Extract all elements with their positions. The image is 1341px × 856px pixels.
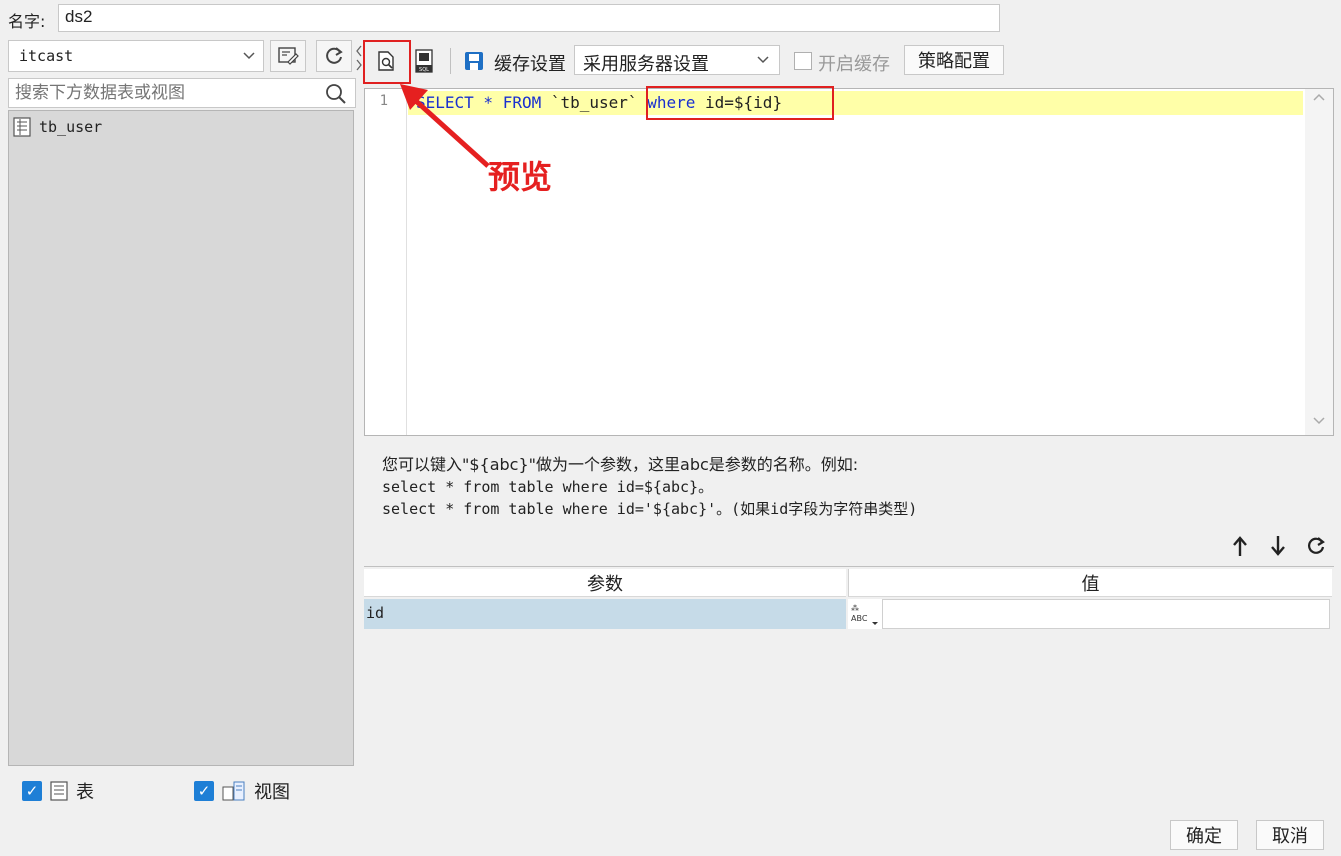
view-icon	[222, 781, 245, 801]
sql-table-name: `tb_user`	[541, 93, 648, 112]
param-header: 参数	[364, 569, 846, 597]
annotation-label: 预览	[488, 158, 553, 196]
value-header: 值	[848, 569, 1332, 597]
scroll-up-icon[interactable]	[1311, 91, 1327, 109]
refresh-icon	[326, 47, 343, 64]
filter-tables-label: 表	[76, 782, 94, 803]
annotation-arrow-icon	[400, 84, 490, 168]
database-select-value: itcast	[19, 47, 74, 65]
strategy-config-button[interactable]: 策略配置	[904, 45, 1004, 75]
query-toolbar: SQL 缓存设置 采用服务器设置 开启缓存 策略配置	[362, 40, 1336, 86]
svg-text:SQL: SQL	[419, 67, 429, 73]
table-icon	[13, 117, 31, 137]
name-row: 名字: ds2	[0, 0, 1341, 36]
tables-checkbox[interactable]: ✓	[22, 781, 42, 801]
sql-editor[interactable]: 1 SELECT * FROM `tb_user` where id=${id}	[364, 88, 1334, 436]
param-tools	[1228, 534, 1328, 558]
search-icon[interactable]	[325, 83, 347, 109]
parameter-hint: 您可以键入"${abc}"做为一个参数，这里abc是参数的名称。例如: sele…	[382, 454, 917, 520]
refresh-params-icon[interactable]	[1304, 534, 1328, 558]
hint-line-2: select * from table where id=${abc}。	[382, 478, 714, 496]
editor-scrollbar[interactable]	[1305, 89, 1333, 435]
toolbar-separator	[450, 48, 451, 74]
chevron-down-icon	[755, 51, 771, 71]
move-down-icon[interactable]	[1266, 534, 1290, 558]
table-row[interactable]: id ⁂ ABC	[364, 599, 1332, 629]
dialog-buttons: 确定 取消	[1170, 820, 1324, 850]
ok-button[interactable]: 确定	[1170, 820, 1238, 850]
sql-file-icon: SQL	[415, 49, 433, 73]
table-icon	[50, 781, 68, 801]
string-type-icon[interactable]: ⁂ ABC	[848, 599, 882, 629]
save-icon	[465, 52, 483, 70]
where-clause-highlight-box	[646, 86, 834, 120]
cache-settings-button[interactable]	[458, 46, 490, 76]
scroll-down-icon[interactable]	[1311, 413, 1327, 431]
edit-connection-button[interactable]	[270, 40, 306, 72]
chevron-down-icon	[241, 47, 257, 63]
table-search-box	[8, 78, 356, 108]
sql-keyword-from: FROM	[502, 93, 542, 112]
database-select[interactable]: itcast	[8, 40, 264, 72]
name-label: 名字:	[8, 12, 46, 31]
tree-item-label: tb_user	[39, 118, 103, 136]
filter-views-label: 视图	[254, 782, 290, 803]
svg-text:ABC: ABC	[851, 614, 868, 623]
param-value-input[interactable]	[882, 599, 1330, 629]
enable-cache-checkbox[interactable]	[794, 52, 812, 70]
filter-views[interactable]: ✓ 视图	[194, 778, 290, 804]
sql-button[interactable]: SQL	[408, 46, 440, 76]
hint-line-1: 您可以键入"${abc}"做为一个参数，这里abc是参数的名称。例如:	[382, 455, 859, 474]
name-input[interactable]: ds2	[58, 4, 1000, 32]
tree-item-tb-user[interactable]: tb_user	[13, 115, 102, 139]
refresh-button[interactable]	[316, 40, 352, 72]
hint-line-3: select * from table where id='${abc}'。(如…	[382, 500, 918, 518]
cancel-button[interactable]: 取消	[1256, 820, 1324, 850]
param-name-cell[interactable]: id	[364, 599, 846, 629]
cache-select[interactable]: 采用服务器设置	[574, 45, 780, 75]
edit-connection-icon	[278, 47, 299, 65]
svg-text:⁂: ⁂	[851, 603, 859, 613]
move-up-icon[interactable]	[1228, 534, 1252, 558]
left-panel: itcast tb_user ✓ 表 ✓ 视图	[8, 40, 356, 812]
tree-filters: ✓ 表 ✓ 视图	[22, 778, 352, 804]
cache-settings-label: 缓存设置	[494, 54, 566, 75]
parameters-table: 参数 值 id ⁂ ABC	[364, 566, 1334, 812]
views-checkbox[interactable]: ✓	[194, 781, 214, 801]
table-search-input[interactable]	[15, 80, 315, 106]
code-line-1[interactable]: SELECT * FROM `tb_user` where id=${id}	[408, 91, 1303, 115]
filter-tables[interactable]: ✓ 表	[22, 778, 94, 804]
table-tree: tb_user	[8, 110, 354, 766]
enable-cache-label: 开启缓存	[818, 54, 890, 75]
cache-select-value: 采用服务器设置	[583, 54, 709, 75]
